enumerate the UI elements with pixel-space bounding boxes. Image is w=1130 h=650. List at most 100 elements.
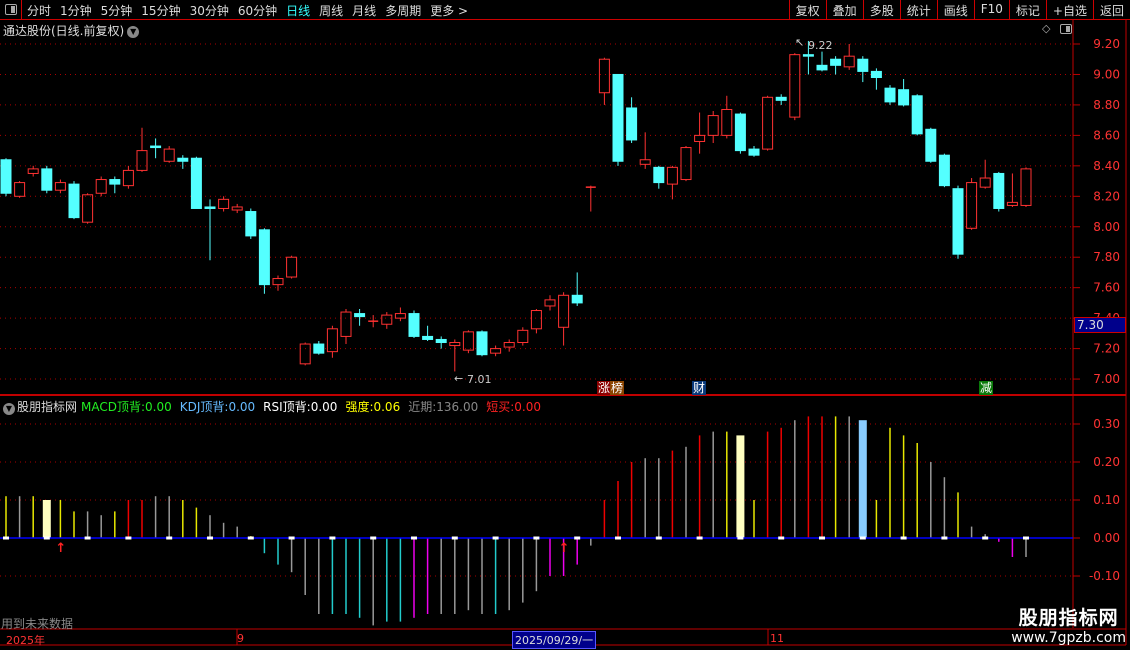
zero-marker [492, 536, 499, 540]
zero-marker [737, 536, 744, 540]
arrow-icon: ← [454, 372, 463, 385]
date-label-sep: 9 [237, 632, 244, 645]
watermark-title: 股朋指标网 [1018, 607, 1119, 629]
date-label-nov: 11 [770, 632, 784, 645]
watermark-url: www.7gpzb.com [1011, 630, 1126, 646]
indicator-item: 短买:0.00 [486, 400, 545, 414]
candle-body [381, 314, 393, 325]
candle-body [136, 150, 148, 171]
candle-body [95, 179, 107, 194]
candle-body [966, 182, 978, 229]
candle-body [680, 147, 692, 181]
high-price-label: 9.22 [808, 39, 833, 52]
zero-marker [778, 536, 785, 540]
zero-marker [329, 536, 336, 540]
candle-body [435, 338, 447, 344]
candle-body [762, 96, 774, 150]
zero-marker [125, 536, 132, 540]
buy-arrow-icon: ↑ [55, 541, 66, 556]
zero-marker [43, 536, 50, 540]
candle-body [54, 182, 66, 191]
candle-body [462, 331, 474, 351]
indicator-label: MACD顶背: [81, 400, 146, 414]
zero-marker [655, 536, 662, 540]
candle-body [218, 198, 230, 209]
indicator-tick-label: 0.10 [1093, 493, 1120, 507]
candle-body [694, 134, 706, 142]
buy-arrow-icon: ↑ [559, 541, 570, 556]
chevron-down-icon[interactable]: ▼ [3, 403, 15, 415]
zero-marker [533, 536, 540, 540]
candle-body [177, 157, 189, 162]
marker-bang[interactable]: 榜 [610, 381, 625, 395]
indicator-label: KDJ顶背: [179, 400, 229, 414]
candle-body [150, 145, 162, 149]
zero-marker [859, 536, 866, 540]
candle-body [354, 313, 366, 318]
histogram-bar [736, 435, 745, 538]
indicator-tick-label: 0.20 [1093, 455, 1120, 469]
indicator-value: 0.00 [145, 400, 172, 414]
chart-canvas[interactable]: 9.209.008.808.608.408.208.007.807.607.40… [0, 0, 1130, 650]
indicator-value: 0.00 [310, 400, 338, 414]
indicator-tick-label: 0.30 [1093, 417, 1120, 431]
current-price-tag: 7.30 [1074, 317, 1126, 333]
candle-body [598, 58, 610, 94]
candle-body [68, 183, 80, 219]
price-tick-label: 8.80 [1093, 98, 1120, 112]
candle-body [721, 108, 733, 136]
candle-body [0, 159, 12, 194]
indicator-value: 0.00 [514, 400, 542, 414]
price-tick-label: 7.80 [1093, 250, 1120, 264]
indicator-item: 强度:0.06 [345, 400, 404, 414]
candle-body [299, 343, 311, 365]
marker-zhang[interactable]: 涨 [597, 381, 612, 395]
candle-body [925, 128, 937, 162]
marker-cai[interactable]: 财 [692, 381, 707, 395]
candle-body [231, 206, 243, 211]
zero-marker [207, 536, 213, 540]
zero-marker [900, 536, 907, 540]
candle-body [163, 148, 175, 162]
candle-body [558, 294, 570, 328]
candle-body [857, 58, 869, 72]
zero-marker [451, 536, 458, 540]
price-tick-label: 7.20 [1093, 342, 1120, 356]
indicator-value: 0.00 [228, 400, 256, 414]
candle-body [517, 329, 529, 344]
zero-marker [84, 536, 91, 540]
price-tick-label: 8.60 [1093, 128, 1120, 142]
candle-body [952, 188, 964, 255]
candle-body [476, 331, 488, 356]
indicator-value: 0.06 [373, 400, 401, 414]
candle-body [639, 159, 651, 165]
candle-body [394, 313, 406, 319]
candle-body [748, 148, 760, 156]
zero-marker [941, 536, 948, 540]
candle-body [286, 256, 298, 278]
candle-body [707, 115, 719, 136]
candle-body [122, 169, 134, 187]
low-price-label: 7.01 [467, 373, 492, 386]
candle-body [734, 113, 746, 152]
zero-marker [982, 536, 989, 540]
indicator-label: 短买: [486, 400, 515, 414]
candle-body [653, 166, 665, 184]
price-tick-label: 9.00 [1093, 67, 1120, 81]
zero-marker [411, 536, 417, 540]
candle-body [870, 70, 882, 79]
candle-body [979, 177, 991, 188]
zero-marker [574, 536, 581, 540]
price-tick-label: 8.20 [1093, 189, 1120, 203]
watermark: 股朋指标网 www.7gpzb.com [1011, 603, 1126, 646]
candle-body [530, 310, 542, 330]
candle-body [666, 166, 678, 185]
candle-body [1020, 168, 1032, 206]
candle-body [830, 58, 842, 66]
candle-body [340, 311, 352, 337]
zero-marker [370, 536, 377, 540]
zero-marker [696, 536, 703, 540]
marker-jian[interactable]: 减 [979, 381, 994, 395]
candle-body [245, 211, 257, 237]
candle-body [843, 55, 855, 68]
